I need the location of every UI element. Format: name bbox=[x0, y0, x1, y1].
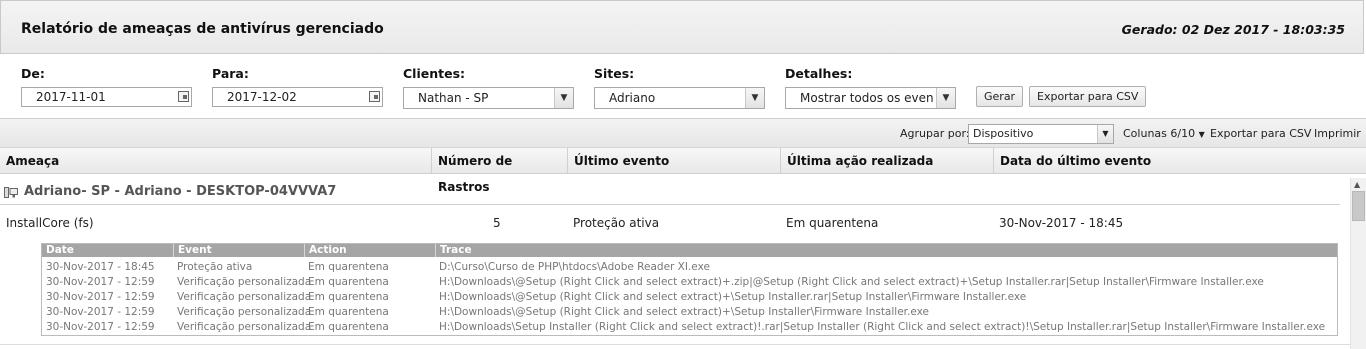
clients-select[interactable]: Nathan - SP ▼ bbox=[403, 87, 574, 109]
print-link[interactable]: Imprimir bbox=[1314, 127, 1361, 140]
group-by-select[interactable]: Dispositivo ▼ bbox=[968, 124, 1114, 144]
generate-button[interactable]: Gerar bbox=[976, 86, 1024, 107]
trace-path: H:\Downloads\@Setup (Right Click and sel… bbox=[439, 306, 929, 318]
trace-action: Em quarentena bbox=[308, 306, 389, 318]
chevron-down-icon[interactable]: ▼ bbox=[554, 88, 573, 108]
vertical-scrollbar[interactable]: ▲ bbox=[1350, 178, 1366, 349]
trace-path: D:\Curso\Curso de PHP\htdocs\Adobe Reade… bbox=[439, 261, 710, 273]
group-by-label: Agrupar por: bbox=[900, 127, 970, 140]
filter-bar: De: 2017-11-01 Para: 2017-12-02 Clientes… bbox=[0, 54, 1366, 118]
columns-label: Colunas 6/10 bbox=[1123, 127, 1196, 140]
from-label: De: bbox=[21, 66, 45, 81]
trace-count: 5 bbox=[493, 216, 501, 230]
sites-value: Adriano bbox=[609, 91, 656, 105]
sites-select[interactable]: Adriano ▼ bbox=[594, 87, 765, 109]
trace-date: 30-Nov-2017 - 12:59 bbox=[46, 276, 155, 288]
col-threat[interactable]: Ameaça bbox=[0, 148, 432, 173]
device-group-title: Adriano- SP - Adriano - DESKTOP-04VVVA7 bbox=[24, 184, 337, 199]
to-date-value: 2017-12-02 bbox=[227, 90, 297, 104]
details-select[interactable]: Mostrar todos os even ▼ bbox=[785, 87, 956, 109]
trace-date: 30-Nov-2017 - 18:45 bbox=[46, 261, 155, 273]
calendar-icon[interactable] bbox=[369, 91, 380, 102]
col-last-event[interactable]: Último evento bbox=[568, 148, 781, 173]
group-by-value: Dispositivo bbox=[973, 127, 1034, 140]
trace-event: Verificação personalizada bbox=[177, 276, 312, 288]
details-filter: Detalhes: Mostrar todos os even ▼ bbox=[785, 66, 956, 109]
chevron-down-icon[interactable]: ▼ bbox=[936, 88, 955, 108]
chevron-down-icon[interactable]: ▼ bbox=[745, 88, 764, 108]
report-title: Relatório de ameaças de antivírus gerenc… bbox=[21, 21, 384, 37]
scrollbar-thumb[interactable] bbox=[1352, 191, 1365, 221]
trace-path: H:\Downloads\@Setup (Right Click and sel… bbox=[439, 291, 1027, 303]
caret-down-icon: ▼ bbox=[1198, 130, 1205, 139]
generated-timestamp: Gerado: 02 Dez 2017 - 18:03:35 bbox=[1121, 22, 1345, 37]
clients-label: Clientes: bbox=[403, 66, 466, 81]
trace-date: 30-Nov-2017 - 12:59 bbox=[46, 321, 155, 333]
trace-path: H:\Downloads\@Setup (Right Click and sel… bbox=[439, 276, 1264, 288]
to-date-input[interactable]: 2017-12-02 bbox=[212, 87, 383, 107]
trace-detail-table: Date Event Action Trace 30-Nov-2017 - 18… bbox=[41, 243, 1338, 336]
from-date-value: 2017-11-01 bbox=[36, 90, 106, 104]
export-csv-button[interactable]: Exportar para CSV bbox=[1029, 86, 1147, 107]
trace-date: 30-Nov-2017 - 12:59 bbox=[46, 306, 155, 318]
last-event: Proteção ativa bbox=[573, 216, 660, 230]
col-traces[interactable]: Número de Rastros bbox=[432, 148, 568, 194]
trace-col-action: Action bbox=[304, 244, 435, 257]
last-event-date: 30-Nov-2017 - 18:45 bbox=[999, 216, 1124, 230]
trace-event: Verificação personalizada bbox=[177, 306, 312, 318]
scroll-up-icon[interactable]: ▲ bbox=[1354, 180, 1360, 189]
clients-value: Nathan - SP bbox=[418, 91, 489, 105]
table-header: Ameaça Número de Rastros Último evento Ú… bbox=[0, 148, 1366, 194]
trace-action: Em quarentena bbox=[308, 261, 389, 273]
chevron-down-icon[interactable]: ▼ bbox=[1097, 125, 1113, 143]
calendar-icon[interactable] bbox=[178, 91, 189, 102]
details-label: Detalhes: bbox=[785, 66, 853, 81]
trace-path: H:\Downloads\Setup Installer (Right Clic… bbox=[439, 321, 1326, 333]
trace-event: Verificação personalizada bbox=[177, 291, 312, 303]
threat-name: InstallCore (fs) bbox=[6, 216, 94, 230]
computer-icon bbox=[4, 187, 18, 198]
to-filter: Para: 2017-12-02 bbox=[212, 66, 383, 107]
toolbar-export-csv-link[interactable]: Exportar para CSV bbox=[1210, 127, 1311, 140]
trace-action: Em quarentena bbox=[308, 276, 389, 288]
from-filter: De: 2017-11-01 bbox=[21, 66, 192, 107]
grid-toolbar: Agrupar por: Dispositivo ▼ Colunas 6/10 … bbox=[0, 118, 1366, 148]
last-action: Em quarentena bbox=[786, 216, 879, 230]
from-date-input[interactable]: 2017-11-01 bbox=[21, 87, 192, 107]
trace-date: 30-Nov-2017 - 12:59 bbox=[46, 291, 155, 303]
trace-col-trace: Trace bbox=[435, 244, 1337, 257]
trace-event: Verificação personalizada bbox=[177, 321, 312, 333]
columns-menu[interactable]: Colunas 6/10 ▼ bbox=[1123, 127, 1205, 140]
trace-col-event: Event bbox=[173, 244, 304, 257]
trace-action: Em quarentena bbox=[308, 321, 389, 333]
sites-filter: Sites: Adriano ▼ bbox=[594, 66, 765, 109]
trace-col-date: Date bbox=[46, 244, 74, 256]
trace-detail-header: Date Event Action Trace bbox=[42, 244, 1337, 257]
trace-event: Proteção ativa bbox=[177, 261, 253, 273]
trace-action: Em quarentena bbox=[308, 291, 389, 303]
clients-filter: Clientes: Nathan - SP ▼ bbox=[403, 66, 574, 109]
details-value: Mostrar todos os even bbox=[800, 91, 934, 105]
device-group-row[interactable]: Adriano- SP - Adriano - DESKTOP-04VVVA7 bbox=[0, 178, 1340, 205]
to-label: Para: bbox=[212, 66, 249, 81]
report-header: Relatório de ameaças de antivírus gerenc… bbox=[0, 0, 1364, 54]
col-last-date[interactable]: Data do último evento bbox=[994, 148, 1366, 173]
col-last-action[interactable]: Última ação realizada bbox=[781, 148, 994, 173]
sites-label: Sites: bbox=[594, 66, 635, 81]
divider bbox=[0, 344, 1350, 345]
